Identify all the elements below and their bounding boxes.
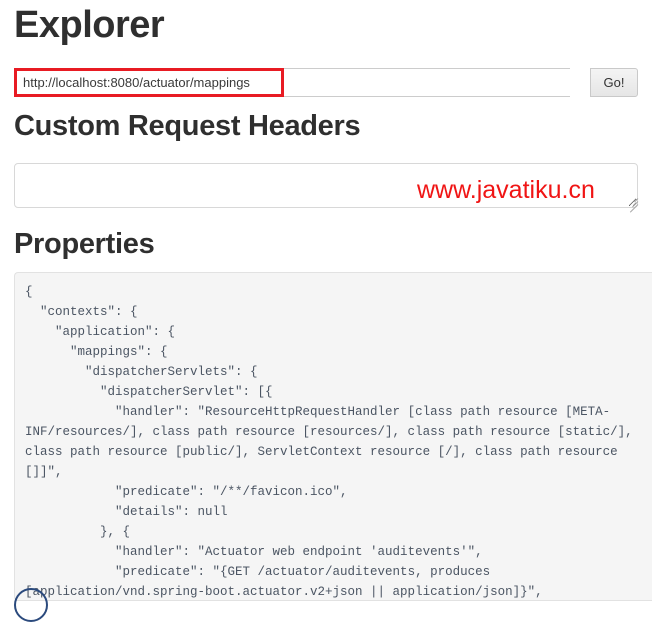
- properties-json-output: { "contexts": { "application": { "mappin…: [14, 272, 652, 601]
- url-input[interactable]: [14, 68, 570, 97]
- custom-request-headers-input[interactable]: [14, 163, 638, 208]
- page-title: Explorer: [14, 4, 165, 46]
- properties-heading: Properties: [14, 228, 155, 260]
- go-button[interactable]: Go!: [590, 68, 638, 97]
- custom-request-headers-heading: Custom Request Headers: [14, 110, 361, 142]
- url-input-group: Go!: [14, 68, 638, 97]
- explorer-page: Explorer Go! Custom Request Headers www.…: [0, 0, 652, 622]
- bottom-circle-icon: [14, 588, 48, 622]
